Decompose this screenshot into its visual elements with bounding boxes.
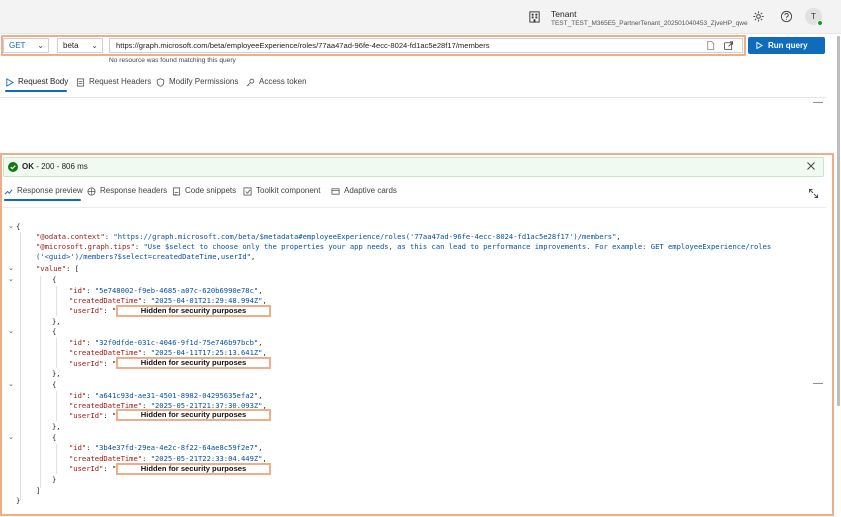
shield-icon: [156, 78, 165, 87]
redaction-box: Hidden for security purposes: [116, 463, 271, 475]
tab-label: Adaptive cards: [344, 186, 397, 195]
avatar-initial: T: [811, 12, 816, 21]
presence-dot: [817, 20, 823, 26]
json-brace: },: [52, 369, 61, 378]
close-icon[interactable]: [806, 161, 816, 171]
json-line: "createdDateTime": "2025-04-11T17:25:13.…: [69, 348, 267, 357]
tenant-info[interactable]: Tenant TEST_TEST_M365E5_PartnerTenant_20…: [551, 9, 748, 28]
gear-icon[interactable]: [752, 10, 765, 23]
json-brace: {: [52, 380, 57, 389]
redaction-box: Hidden for security purposes: [116, 357, 271, 369]
document-icon: [76, 78, 85, 87]
json-line: "@microsoft.graph.tips": "Use $select to…: [36, 242, 772, 251]
tenant-name: TEST_TEST_M365E5_PartnerTenant_202501040…: [551, 20, 748, 27]
help-icon[interactable]: [780, 10, 793, 23]
toolkit-icon: [243, 187, 252, 196]
status-text: OK - 200 - 806 ms: [22, 162, 88, 171]
json-bracket: ]: [36, 486, 41, 495]
fold-chevron-icon[interactable]: ⌄: [8, 380, 14, 388]
share-icon[interactable]: [723, 40, 734, 51]
expand-icon[interactable]: [808, 188, 819, 199]
json-line: "@odata.context": "https://graph.microso…: [36, 232, 621, 241]
no-resource-hint: No resource was found matching this quer…: [109, 57, 236, 64]
json-line: "value": [: [36, 264, 79, 273]
tab-label: Access token: [259, 77, 307, 86]
code-icon: [172, 187, 181, 196]
json-brace: {: [52, 327, 57, 336]
json-brace: },: [52, 317, 61, 326]
json-line: "userId": ": [69, 464, 117, 473]
headers-icon: [87, 187, 96, 196]
avatar[interactable]: T: [805, 8, 823, 26]
tenant-label: Tenant: [551, 9, 577, 19]
preview-icon: [4, 189, 13, 195]
tab-label: Request Headers: [89, 77, 152, 86]
key-icon: [246, 78, 255, 87]
status-detail: - 200 - 806 ms: [34, 162, 88, 171]
minimize-icon[interactable]: —: [813, 98, 823, 108]
json-brace: }: [52, 475, 57, 484]
chevron-down-icon: ⌄: [91, 41, 98, 50]
json-line: "id": "32f0dfde-031c-4046-9f1d-75e746b97…: [69, 338, 263, 347]
fold-chevron-icon[interactable]: ⌄: [8, 222, 14, 230]
status-ok: OK: [22, 162, 34, 171]
divider: [0, 97, 826, 98]
building-icon: [529, 11, 540, 23]
url-input[interactable]: https://graph.microsoft.com/beta/employe…: [109, 38, 743, 53]
indent-guide: [40, 276, 41, 488]
json-line: "userId": ": [69, 306, 117, 315]
json-line: "id": "a641c93d-ae31-4501-8982-04295635e…: [69, 391, 263, 400]
run-query-button[interactable]: Run query: [748, 37, 825, 54]
tab-label: Toolkit component: [256, 186, 321, 195]
method-value: GET: [9, 41, 26, 50]
json-line: "id": "5e748002-f9eb-4685-a07c-620b6990e…: [69, 286, 263, 295]
indent-guide: [56, 444, 57, 474]
active-tab-indicator: [4, 199, 81, 201]
indent-guide: [56, 338, 57, 368]
tab-label: Response preview: [17, 186, 83, 195]
version-value: beta: [63, 41, 79, 50]
json-brace: }: [16, 496, 21, 505]
json-line: "userId": ": [69, 411, 117, 420]
fold-chevron-icon[interactable]: ⌄: [8, 275, 14, 283]
json-brace: {: [52, 433, 57, 442]
json-line: "createdDateTime": "2025-05-21T22:33:04.…: [69, 454, 267, 463]
run-query-label: Run query: [768, 41, 808, 50]
indent-guide: [20, 232, 21, 500]
tab-label: Response headers: [100, 186, 168, 195]
play-outline-icon: [6, 78, 14, 87]
play-icon: [756, 42, 763, 49]
fold-chevron-icon[interactable]: ⌄: [8, 327, 14, 335]
active-tab-indicator: [5, 90, 67, 92]
document-icon[interactable]: [705, 40, 716, 51]
json-line: ('<guid>')/members?$select=createdDateTi…: [36, 252, 256, 261]
scrollbar[interactable]: [837, 36, 840, 406]
tab-label: Code snippets: [185, 186, 237, 195]
minimize-icon[interactable]: —: [813, 379, 823, 389]
top-header: Tenant TEST_TEST_M365E5_PartnerTenant_20…: [0, 0, 841, 34]
method-select[interactable]: GET ⌄: [3, 38, 49, 53]
cards-icon: [331, 188, 340, 195]
fold-chevron-icon[interactable]: ⌄: [8, 264, 14, 272]
fold-chevron-icon[interactable]: ⌄: [8, 433, 14, 441]
status-bar: [3, 157, 824, 177]
json-line: "id": "3b4e37fd-29ea-4e2c-8f22-64ae8c59f…: [69, 443, 263, 452]
json-brace: {: [52, 275, 57, 284]
chevron-down-icon: ⌄: [37, 41, 44, 50]
indent-guide: [56, 391, 57, 421]
json-brace: },: [52, 422, 61, 431]
redaction-box: Hidden for security purposes: [116, 409, 271, 421]
tab-label: Modify Permissions: [169, 77, 239, 86]
json-line: "createdDateTime": "2025-04-01T21:29:48.…: [69, 296, 267, 305]
indent-guide: [56, 286, 57, 316]
checkmark-circle-icon: [8, 162, 18, 172]
version-select[interactable]: beta ⌄: [57, 38, 103, 53]
json-line: "userId": ": [69, 359, 117, 368]
json-brace: {: [16, 222, 21, 231]
tab-label: Request Body: [18, 77, 69, 86]
redaction-box: Hidden for security purposes: [116, 305, 271, 317]
